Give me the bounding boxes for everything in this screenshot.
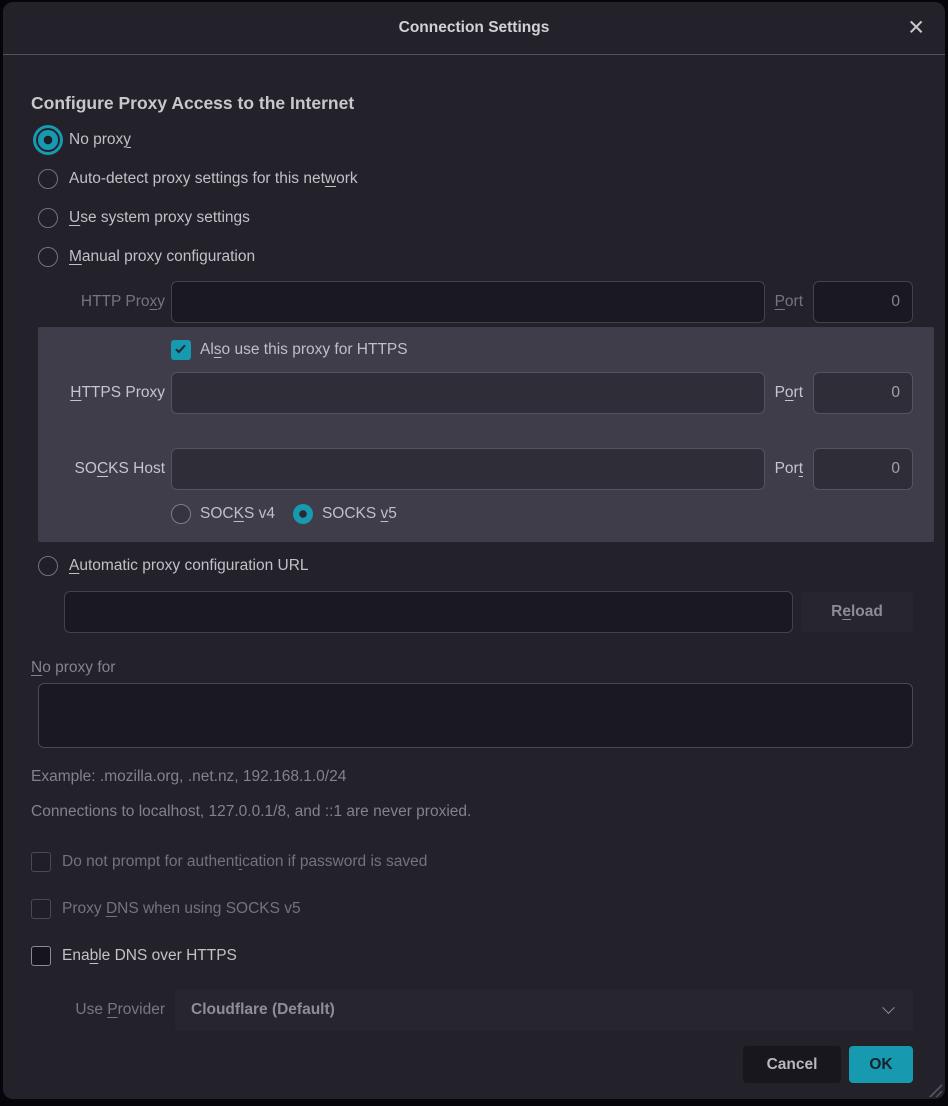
checkbox-checked-icon[interactable] xyxy=(171,340,191,360)
radio-socks-v5[interactable]: SOCKS v5 xyxy=(293,504,397,524)
radio-auto-detect-label: Auto-detect proxy settings for this netw… xyxy=(69,170,358,188)
socks-host-label: SOCKS Host xyxy=(38,460,165,478)
cancel-button[interactable]: Cancel xyxy=(743,1046,841,1083)
no-proxy-for-label: No proxy for xyxy=(31,659,913,677)
http-proxy-input[interactable] xyxy=(171,281,765,323)
reload-button[interactable]: Reload xyxy=(801,592,913,632)
socks-v4-label: SOCKS v4 xyxy=(200,505,275,523)
radio-unchecked-icon[interactable] xyxy=(171,504,191,524)
https-proxy-label: HTTPS Proxy xyxy=(38,384,165,402)
socks-port-input[interactable] xyxy=(813,448,913,490)
no-prompt-auth-label: Do not prompt for authentication if pass… xyxy=(62,853,427,871)
dialog-titlebar: Connection Settings ✕ xyxy=(3,2,945,55)
radio-unchecked-icon[interactable] xyxy=(38,556,58,576)
use-provider-label: Use Provider xyxy=(38,1001,165,1019)
https-port-input[interactable] xyxy=(813,372,913,414)
provider-selected-value: Cloudflare (Default) xyxy=(191,1001,335,1019)
doh-provider-row: Use Provider Cloudflare (Default) xyxy=(38,989,913,1031)
radio-manual-proxy-label: Manual proxy configuration xyxy=(69,248,255,266)
radio-unchecked-icon[interactable] xyxy=(38,208,58,228)
connection-settings-dialog: Connection Settings ✕ Configure Proxy Ac… xyxy=(3,2,945,1099)
socks-port-label: Port xyxy=(775,460,803,478)
no-proxy-for-textarea[interactable] xyxy=(38,683,913,748)
http-proxy-row: HTTP Proxy Port xyxy=(38,281,913,323)
also-https-label: Also use this proxy for HTTPS xyxy=(200,341,408,359)
also-https-checkbox-row[interactable]: Also use this proxy for HTTPS xyxy=(171,337,913,363)
radio-use-system-label: Use system proxy settings xyxy=(69,209,250,227)
radio-checked-icon[interactable] xyxy=(38,130,58,150)
radio-no-proxy-label: No proxy xyxy=(69,131,131,149)
proxy-dns-label: Proxy DNS when using SOCKS v5 xyxy=(62,900,301,918)
dialog-footer: Cancel OK xyxy=(38,1046,913,1083)
radio-unchecked-icon[interactable] xyxy=(38,169,58,189)
http-port-label: Port xyxy=(775,293,803,311)
checkbox-no-prompt-auth[interactable]: Do not prompt for authentication if pass… xyxy=(31,851,913,873)
https-proxy-input[interactable] xyxy=(171,372,765,414)
enable-doh-label: Enable DNS over HTTPS xyxy=(62,947,237,965)
check-icon xyxy=(175,343,185,354)
socks-v5-label: SOCKS v5 xyxy=(322,505,397,523)
https-socks-highlight-panel: Also use this proxy for HTTPS HTTPS Prox… xyxy=(38,327,934,542)
https-port-label: Port xyxy=(775,384,803,402)
close-icon[interactable]: ✕ xyxy=(907,18,925,39)
checkbox-unchecked-icon[interactable] xyxy=(31,946,51,966)
provider-dropdown[interactable]: Cloudflare (Default) xyxy=(175,989,913,1031)
socks-host-input[interactable] xyxy=(171,448,765,490)
http-port-input[interactable] xyxy=(813,281,913,323)
auto-config-url-input[interactable] xyxy=(64,591,793,633)
socks-host-row: SOCKS Host Port xyxy=(38,448,913,490)
ok-button[interactable]: OK xyxy=(849,1046,913,1083)
radio-socks-v4[interactable]: SOCKS v4 xyxy=(171,504,275,524)
radio-checked-icon[interactable] xyxy=(293,504,313,524)
no-proxy-example-text: Example: .mozilla.org, .net.nz, 192.168.… xyxy=(31,768,913,786)
http-proxy-label: HTTP Proxy xyxy=(38,293,165,311)
radio-auto-url[interactable]: Automatic proxy configuration URL xyxy=(38,546,913,585)
checkbox-unchecked-icon[interactable] xyxy=(31,899,51,919)
chevron-down-icon xyxy=(882,1001,895,1014)
radio-no-proxy[interactable]: No proxy xyxy=(38,120,913,159)
socks-version-row: SOCKS v4 SOCKS v5 xyxy=(171,502,913,526)
localhost-note-text: Connections to localhost, 127.0.0.1/8, a… xyxy=(31,803,913,821)
auto-url-row: Reload xyxy=(64,591,913,633)
checkbox-proxy-dns[interactable]: Proxy DNS when using SOCKS v5 xyxy=(31,898,913,920)
radio-unchecked-icon[interactable] xyxy=(38,247,58,267)
dialog-title: Connection Settings xyxy=(399,19,550,37)
dialog-content: Configure Proxy Access to the Internet N… xyxy=(3,93,945,1083)
radio-auto-url-label: Automatic proxy configuration URL xyxy=(69,557,309,575)
https-proxy-row: HTTPS Proxy Port xyxy=(38,372,913,414)
radio-use-system[interactable]: Use system proxy settings xyxy=(38,198,913,237)
radio-manual-proxy[interactable]: Manual proxy configuration xyxy=(38,237,913,276)
checkbox-enable-doh[interactable]: Enable DNS over HTTPS xyxy=(31,945,913,967)
page-title: Configure Proxy Access to the Internet xyxy=(31,93,913,114)
radio-auto-detect[interactable]: Auto-detect proxy settings for this netw… xyxy=(38,159,913,198)
checkbox-unchecked-icon[interactable] xyxy=(31,852,51,872)
resize-grip[interactable] xyxy=(927,1082,942,1097)
